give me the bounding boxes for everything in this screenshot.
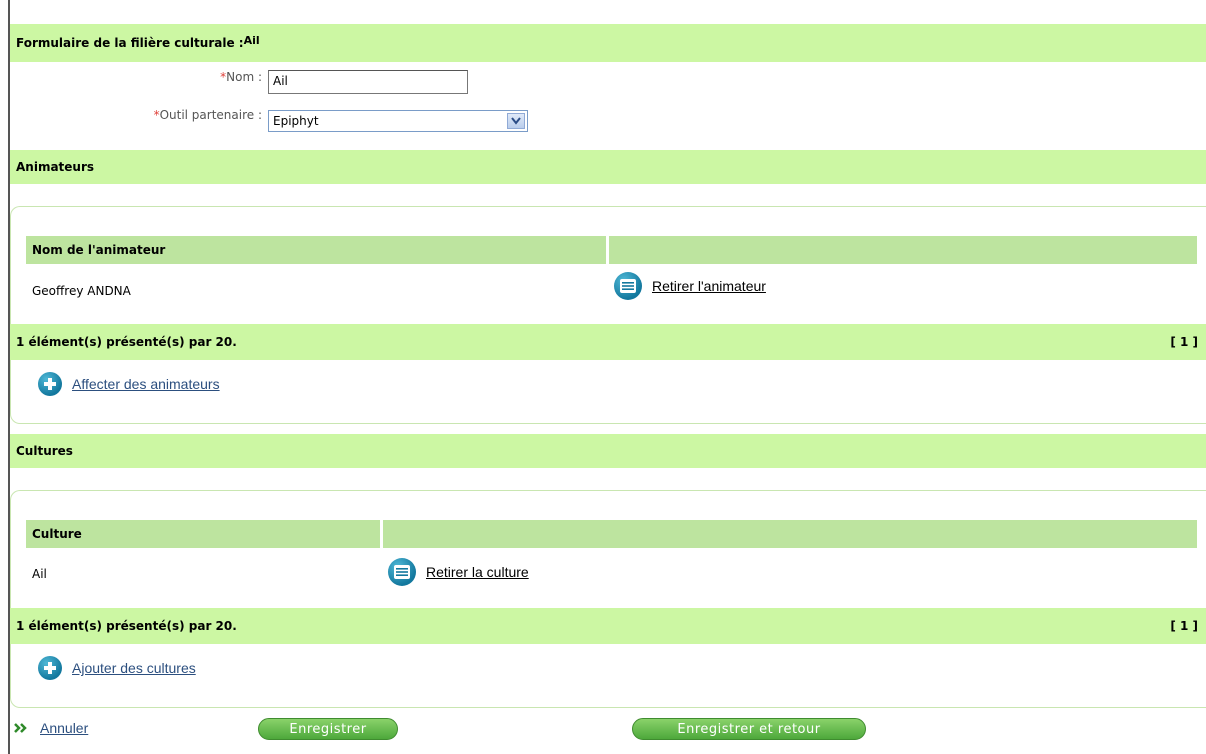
form-title-value: Ail <box>243 33 260 47</box>
double-chevron-right-icon <box>14 720 28 736</box>
animateurs-summary: 1 élément(s) présenté(s) par 20. <box>16 335 237 349</box>
animateurs-action-col-header <box>609 236 1197 264</box>
animateurs-col-header: Nom de l'animateur <box>26 236 606 264</box>
ajouter-cultures-link[interactable]: Ajouter des cultures <box>72 660 196 676</box>
outil-partenaire-label: *Outil partenaire : <box>153 108 262 122</box>
form-title-bar: Formulaire de la filière culturale : Ail <box>10 24 1206 62</box>
list-remove-icon[interactable] <box>388 558 416 586</box>
cultures-pager[interactable]: [ 1 ] <box>1170 619 1198 633</box>
list-remove-icon[interactable] <box>614 272 642 300</box>
annuler-action[interactable]: Annuler <box>14 720 88 736</box>
annuler-link[interactable]: Annuler <box>40 720 88 736</box>
outil-partenaire-value: Epiphyt <box>273 114 319 128</box>
culture-name-cell: Ail <box>32 567 47 581</box>
retirer-animateur-link[interactable]: Retirer l'animateur <box>652 278 766 294</box>
cultures-summary-bar: 1 élément(s) présenté(s) par 20. [ 1 ] <box>10 608 1206 644</box>
animateurs-section-bar: Animateurs <box>10 150 1206 184</box>
retirer-culture-link[interactable]: Retirer la culture <box>426 564 529 580</box>
retirer-culture-action[interactable]: Retirer la culture <box>388 558 529 586</box>
cultures-summary: 1 élément(s) présenté(s) par 20. <box>16 619 237 633</box>
nom-input[interactable]: Ail <box>268 70 468 94</box>
add-icon[interactable] <box>38 372 62 396</box>
enregistrer-et-retour-button[interactable]: Enregistrer et retour <box>632 718 866 740</box>
cultures-action-col-header <box>383 520 1197 548</box>
cultures-col-header: Culture <box>26 520 380 548</box>
affecter-animateurs-action[interactable]: Affecter des animateurs <box>38 372 220 396</box>
animateurs-summary-bar: 1 élément(s) présenté(s) par 20. [ 1 ] <box>10 324 1206 360</box>
animateur-name-cell: Geoffrey ANDNA <box>32 284 131 298</box>
form-title: Formulaire de la filière culturale : <box>16 36 244 50</box>
ajouter-cultures-action[interactable]: Ajouter des cultures <box>38 656 196 680</box>
animateurs-section-title: Animateurs <box>16 160 95 174</box>
retirer-animateur-action[interactable]: Retirer l'animateur <box>614 272 766 300</box>
add-icon[interactable] <box>38 656 62 680</box>
animateurs-pager[interactable]: [ 1 ] <box>1170 335 1198 349</box>
outil-partenaire-select[interactable]: Epiphyt <box>268 110 528 132</box>
chevron-down-icon[interactable] <box>507 113 525 129</box>
nom-label: *Nom : <box>220 70 262 84</box>
cultures-section-bar: Cultures <box>10 434 1206 468</box>
enregistrer-button[interactable]: Enregistrer <box>258 718 398 740</box>
cultures-section-title: Cultures <box>16 444 73 458</box>
affecter-animateurs-link[interactable]: Affecter des animateurs <box>72 376 220 392</box>
